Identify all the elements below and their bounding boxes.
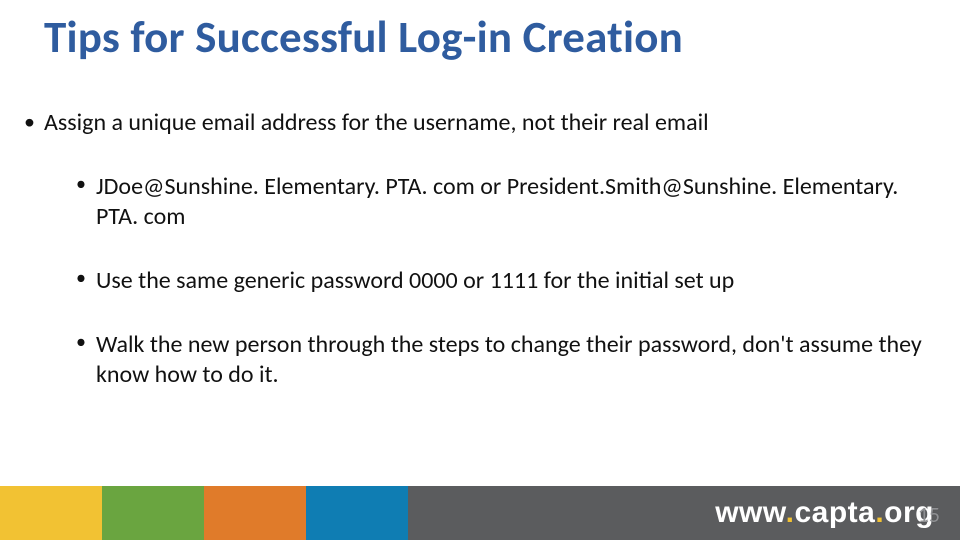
- footer-bar: www.capta.org: [408, 486, 960, 540]
- stripe-green: [102, 486, 204, 540]
- footer-url: www.capta.org: [715, 496, 934, 530]
- slide-title: Tips for Successful Log-in Creation: [44, 10, 683, 65]
- footer-url-prefix: www: [715, 496, 785, 529]
- bullet-list-inner: JDoe@Sunshine. Elementary. PTA. com or P…: [44, 172, 940, 390]
- bullet-sub-3: Walk the new person through the steps to…: [72, 330, 940, 390]
- slide: Tips for Successful Log-in Creation Assi…: [0, 0, 960, 540]
- bullet-main: Assign a unique email address for the us…: [20, 108, 940, 390]
- page-number: 15: [918, 501, 940, 528]
- slide-body: Assign a unique email address for the us…: [20, 108, 940, 424]
- footer-color-stripes: [0, 486, 408, 540]
- dot-icon: .: [875, 496, 884, 529]
- bullet-sub-2: Use the same generic password 0000 or 11…: [72, 266, 940, 296]
- stripe-orange: [204, 486, 306, 540]
- footer-url-mid: capta: [794, 496, 875, 529]
- bullet-list-outer: Assign a unique email address for the us…: [20, 108, 940, 390]
- stripe-blue: [306, 486, 408, 540]
- stripe-yellow: [0, 486, 102, 540]
- bullet-main-text: Assign a unique email address for the us…: [44, 108, 709, 137]
- bullet-sub-1: JDoe@Sunshine. Elementary. PTA. com or P…: [72, 172, 940, 232]
